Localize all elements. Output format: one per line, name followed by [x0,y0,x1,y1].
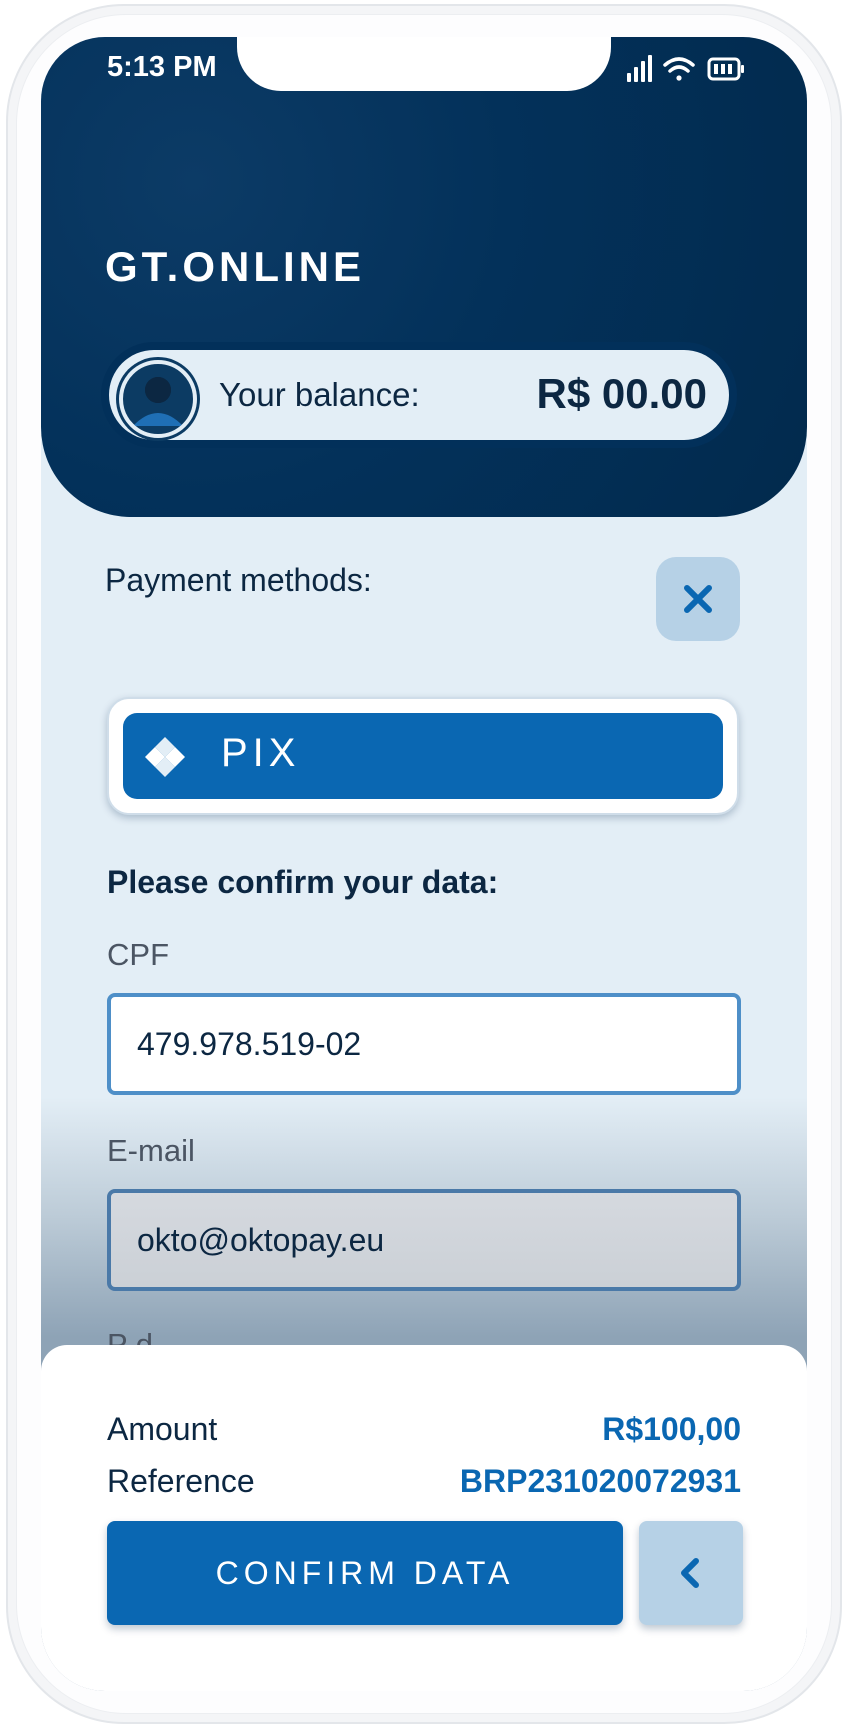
cpf-field[interactable]: 479.978.519-02 [107,993,741,1095]
email-label: E-mail [107,1133,195,1168]
pix-method-card[interactable]: PIX [107,697,739,815]
payment-methods-label: Payment methods: [105,562,372,598]
bottom-sheet: Amount R$100,00 Reference BRP23102007293… [41,1345,807,1691]
balance-pill: Your balance: R$ 00.00 [101,342,737,448]
amount-value: R$100,00 [602,1411,741,1447]
avatar [119,360,197,438]
cpf-label: CPF [107,937,169,972]
close-button[interactable] [656,557,740,641]
pix-label: PIX [221,731,301,775]
battery-icon [707,57,744,81]
confirm-data-title: Please confirm your data: [107,864,499,900]
cpf-value: 479.978.519-02 [137,1025,362,1062]
balance-label: Your balance: [219,376,420,413]
email-value: okto@oktopay.eu [137,1221,385,1258]
amount-label: Amount [107,1411,218,1447]
reference-row: Reference BRP231020072931 [107,1463,741,1500]
header: 5:13 PM GT.ONLINE Your balance: R$ 00.00 [41,37,807,517]
brand-logo: GT.ONLINE [105,243,366,290]
pix-method-button[interactable]: PIX [123,713,723,799]
amount-row: Amount R$100,00 [107,1411,741,1448]
confirm-data-button[interactable]: CONFIRM DATA [107,1521,623,1625]
status-time: 5:13 PM [107,51,217,83]
signal-icon [627,55,652,82]
reference-value: BRP231020072931 [459,1463,741,1499]
back-button[interactable] [639,1521,743,1625]
user-icon [133,377,183,426]
balance-amount: R$ 00.00 [536,370,707,417]
screen: 5:13 PM GT.ONLINE Your balance: R$ 00.00… [41,37,807,1691]
chevron-left-icon [681,1558,699,1588]
close-icon [684,585,712,613]
status-icons [627,55,744,82]
wifi-icon [663,57,695,81]
pix-icon [145,737,185,777]
notch [237,37,611,91]
email-field[interactable]: okto@oktopay.eu [107,1189,741,1291]
reference-label: Reference [107,1463,255,1499]
balance-pill-inner: Your balance: R$ 00.00 [109,350,729,440]
